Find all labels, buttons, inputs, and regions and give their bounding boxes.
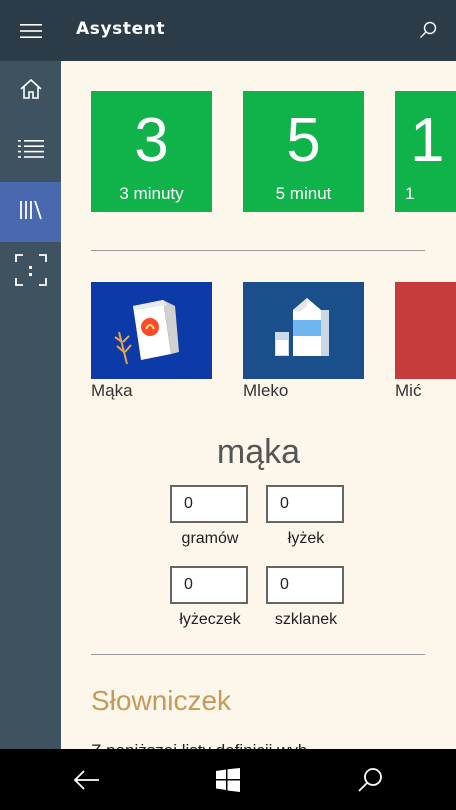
hamburger-icon[interactable] — [0, 0, 61, 61]
ingredient-tile-milk[interactable] — [243, 282, 364, 379]
glossary-text: Z poniższej listy definicji wyb — [91, 741, 307, 749]
search-icon[interactable] — [414, 16, 442, 44]
timer-tile-3[interactable]: 3 3 minuty — [91, 91, 212, 212]
system-nav-bar — [0, 749, 456, 810]
list-icon — [17, 140, 44, 162]
scan-icon — [14, 254, 47, 290]
nav-home[interactable] — [0, 61, 61, 121]
timer-label: 5 minut — [275, 184, 332, 203]
tablespoons-label: łyżek — [287, 530, 325, 547]
title-bar: Asystent — [0, 0, 456, 61]
grams-label: gramów — [181, 530, 239, 547]
ingredient-label: Mąka — [91, 381, 133, 400]
ingredient-tile-third[interactable] — [395, 282, 456, 379]
main-content: 3 3 minuty 5 5 minut 1 1 Mąka Mleko Mić … — [61, 61, 456, 749]
ingredient-label: Mić — [395, 381, 422, 400]
ingredient-label: Mleko — [243, 381, 289, 400]
cups-label: szklanek — [274, 611, 338, 628]
search-icon[interactable] — [340, 749, 400, 810]
timer-label: 3 minuty — [119, 184, 184, 203]
app-title: Asystent — [76, 19, 166, 39]
timer-tile-10[interactable]: 1 1 — [395, 91, 456, 212]
divider — [91, 654, 425, 655]
timer-tile-5[interactable]: 5 5 minut — [243, 91, 364, 212]
tablespoons-field[interactable] — [266, 485, 344, 523]
windows-logo-icon[interactable] — [198, 749, 258, 810]
milk-carton-icon — [275, 298, 329, 356]
nav-library[interactable] — [0, 182, 61, 242]
timer-number: 3 — [134, 106, 169, 175]
timer-label: 1 — [405, 184, 415, 203]
divider — [91, 250, 425, 251]
nav-list[interactable] — [0, 121, 61, 181]
converter-title: mąka — [216, 433, 301, 471]
grams-field[interactable] — [170, 485, 248, 523]
nav-scan[interactable] — [0, 242, 61, 302]
glossary-title: Słowniczek — [91, 685, 232, 716]
home-icon — [19, 78, 43, 104]
cups-field[interactable] — [266, 566, 344, 604]
back-arrow-icon[interactable] — [56, 749, 116, 810]
teaspoons-field[interactable] — [170, 566, 248, 604]
flour-bag-icon — [114, 300, 179, 365]
ingredient-tile-flour[interactable] — [91, 282, 212, 379]
library-icon — [18, 199, 44, 225]
teaspoons-label: łyżeczek — [179, 611, 241, 628]
sidebar — [0, 61, 61, 749]
timer-number: 1 — [410, 106, 445, 175]
timer-number: 5 — [286, 106, 321, 175]
